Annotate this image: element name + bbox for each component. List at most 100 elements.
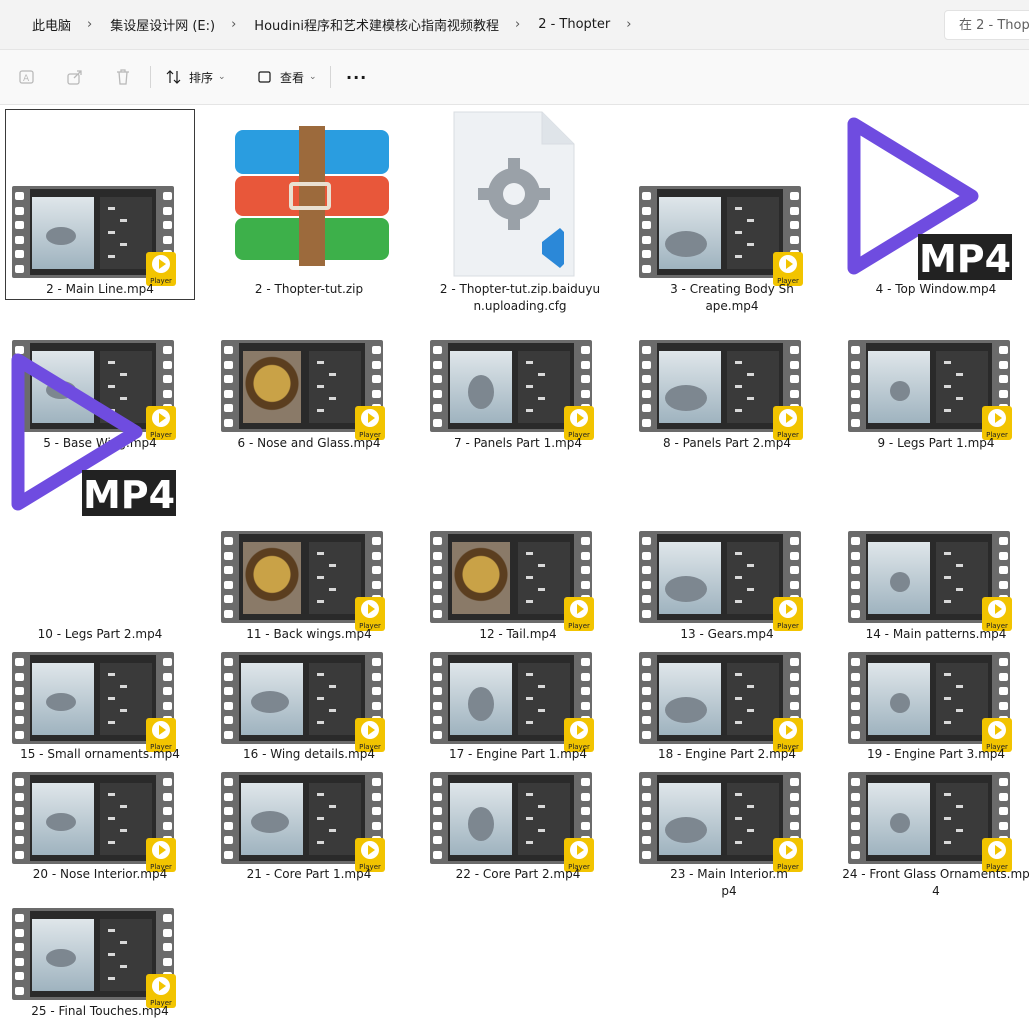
film-hole — [851, 672, 860, 681]
video-file-item[interactable]: Player 2 - Main Line.mp4 — [5, 109, 195, 300]
file-name-label: 20 - Nose Interior.mp4 — [32, 867, 168, 881]
film-hole — [851, 375, 860, 383]
zip-file-item[interactable]: 2 - Thopter-tut.zip — [215, 110, 403, 300]
graph-node — [526, 552, 533, 555]
film-perforations — [639, 652, 653, 744]
node-graph-panel — [727, 197, 779, 269]
video-file-item[interactable]: Player 23 - Main Interior.mp4 — [633, 770, 821, 898]
video-frame — [30, 775, 156, 861]
svg-text:A: A — [23, 74, 30, 84]
graph-node — [944, 817, 951, 820]
play-triangle — [159, 981, 166, 991]
breadcrumb-separator[interactable]: › — [87, 17, 92, 32]
video-file-item[interactable]: Player 3 - Creating Body Shape.mp4 — [633, 110, 821, 313]
render-preview — [243, 542, 301, 614]
rename-button[interactable]: A — [18, 50, 36, 104]
breadcrumb-item-this-pc[interactable]: 此电脑 — [32, 15, 71, 34]
config-file-icon — [453, 111, 575, 277]
graph-node — [747, 588, 754, 591]
breadcrumb-item-drive[interactable]: 集设屋设计网 (E:) — [110, 15, 215, 34]
node-graph-panel — [727, 351, 779, 423]
video-file-item[interactable]: Player 18 - Engine Part 2.mp4 — [633, 650, 821, 768]
film-hole — [15, 972, 24, 980]
film-hole — [999, 687, 1008, 695]
graph-node — [120, 829, 127, 832]
film-hole — [790, 566, 799, 574]
film-hole — [163, 221, 172, 229]
video-file-item[interactable]: MP4 10 - Legs Part 2.mp4 — [6, 353, 194, 648]
breadcrumb-separator[interactable]: › — [626, 17, 631, 32]
video-file-item[interactable]: Player 11 - Back wings.mp4 — [215, 455, 403, 648]
film-hole — [372, 807, 381, 815]
video-file-item[interactable]: Player 8 - Panels Part 2.mp4 — [633, 335, 821, 457]
video-file-item[interactable]: Player 15 - Small ornaments.mp4 — [6, 650, 194, 768]
graph-node — [120, 243, 127, 246]
breadcrumb-item-current-folder[interactable]: 2 - Thopter — [538, 17, 610, 32]
video-file-item[interactable]: Player 20 - Nose Interior.mp4 — [6, 770, 194, 888]
video-file-item[interactable]: Player 13 - Gears.mp4 — [633, 455, 821, 648]
view-button[interactable]: 查看 ⌄ — [257, 50, 317, 104]
film-hole — [15, 192, 24, 200]
graph-node — [747, 397, 754, 400]
video-file-item[interactable]: Player 24 - Front Glass Ornaments.mp4 — [842, 770, 1029, 898]
film-hole — [790, 672, 799, 681]
more-options-button[interactable]: ··· — [346, 50, 367, 104]
video-thumbnail: Player — [848, 772, 1012, 872]
film-hole — [790, 807, 799, 815]
graph-node — [735, 255, 742, 258]
node-graph-panel — [309, 663, 361, 735]
delete-button[interactable] — [114, 50, 132, 104]
film-hole — [163, 957, 172, 966]
video-frame — [239, 775, 365, 861]
video-file-item[interactable]: Player 12 - Tail.mp4 — [424, 455, 612, 648]
film-hole — [224, 807, 233, 815]
video-file-item[interactable]: Player 17 - Engine Part 1.mp4 — [424, 650, 612, 768]
graph-node — [944, 600, 951, 603]
film-hole — [581, 360, 590, 369]
config-file-item[interactable]: 2 - Thopter-tut.zip.baiduyun.uploading.c… — [424, 110, 612, 313]
graph-node — [108, 255, 115, 258]
video-file-item[interactable]: Player 7 - Panels Part 1.mp4 — [424, 335, 612, 457]
film-hole — [433, 418, 442, 427]
film-hole — [372, 389, 381, 398]
file-name-label: 4 - Top Window.mp4 — [875, 282, 997, 296]
play-triangle — [368, 413, 375, 423]
film-hole — [224, 404, 233, 412]
graph-node — [956, 564, 963, 567]
film-hole — [999, 551, 1008, 560]
video-file-item[interactable]: Player 16 - Wing details.mp4 — [215, 650, 403, 768]
graph-node — [329, 829, 336, 832]
node-graph-panel — [309, 351, 361, 423]
mp4-file-icon: MP4 — [11, 353, 176, 517]
graph-node — [108, 929, 115, 932]
zip-archive-icon — [227, 124, 389, 276]
file-name-label: 18 - Engine Part 2.mp4 — [657, 747, 797, 761]
video-file-item[interactable]: MP4 4 - Top Window.mp4 — [842, 110, 1029, 300]
breadcrumb-item-course-folder[interactable]: Houdini程序和艺术建模核心指南视频教程 — [254, 15, 499, 34]
video-file-item[interactable]: Player 14 - Main patterns.mp4 — [842, 455, 1029, 648]
share-button[interactable] — [66, 50, 84, 104]
film-hole — [790, 346, 799, 354]
graph-node — [317, 673, 324, 676]
sort-button[interactable]: 排序 ⌄ — [166, 50, 226, 104]
graph-node — [108, 841, 115, 844]
graph-node — [120, 965, 127, 968]
video-file-item[interactable]: Player 19 - Engine Part 3.mp4 — [842, 650, 1029, 768]
breadcrumb-separator[interactable]: › — [515, 17, 520, 32]
viewport-preview — [868, 351, 930, 423]
graph-node — [538, 805, 545, 808]
video-file-item[interactable]: Player 22 - Core Part 2.mp4 — [424, 770, 612, 888]
video-file-item[interactable]: Player 21 - Core Part 1.mp4 — [215, 770, 403, 888]
search-input[interactable]: 在 2 - Thopter 中搜索 — [944, 10, 1029, 40]
video-file-item[interactable]: Player 9 - Legs Part 1.mp4 — [842, 335, 1029, 457]
film-hole — [790, 192, 799, 200]
file-name-label: 12 - Tail.mp4 — [479, 627, 557, 641]
video-file-item[interactable]: Player 25 - Final Touches.mp4 — [6, 905, 194, 1025]
video-file-item[interactable]: Player 6 - Nose and Glass.mp4 — [215, 335, 403, 457]
film-perforations — [848, 772, 862, 864]
graph-node — [538, 564, 545, 567]
breadcrumb-separator[interactable]: › — [231, 17, 236, 32]
film-hole — [851, 404, 860, 412]
film-hole — [224, 792, 233, 801]
video-thumbnail: Player — [12, 186, 176, 286]
